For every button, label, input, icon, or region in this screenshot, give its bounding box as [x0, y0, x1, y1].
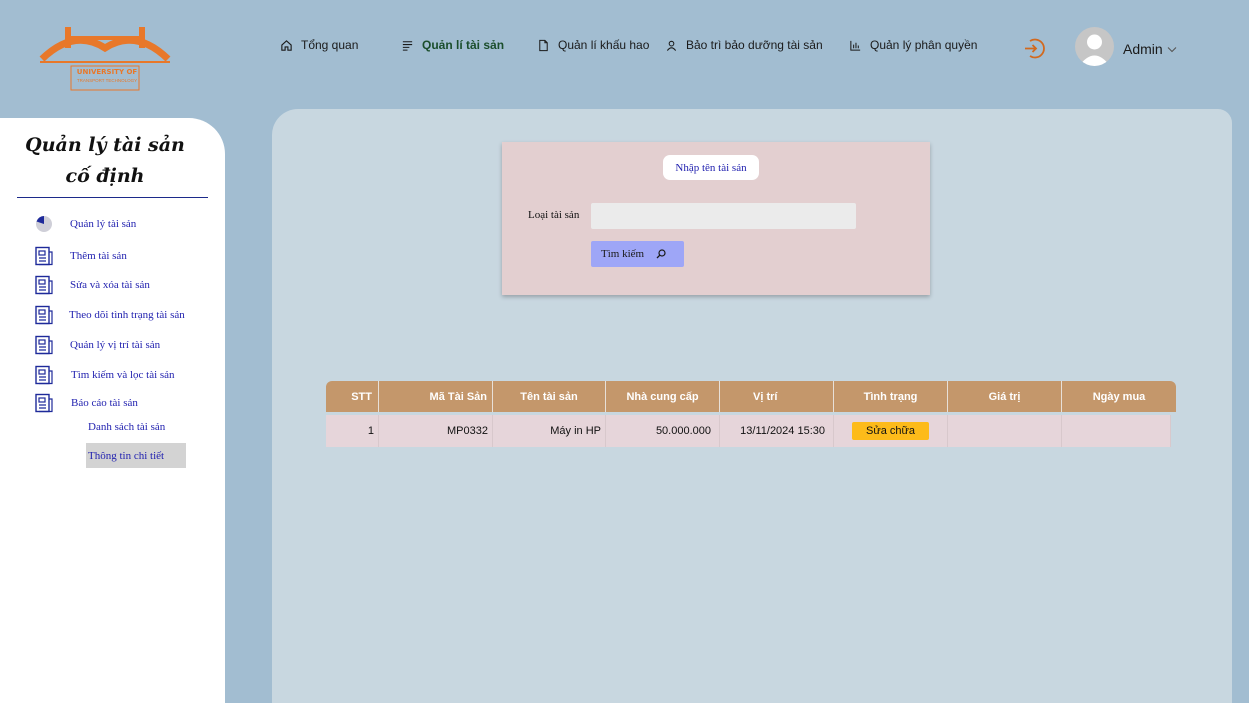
- user-name: Admin: [1123, 41, 1163, 57]
- bar-chart-icon: [850, 40, 861, 51]
- logout-icon[interactable]: [1021, 36, 1046, 61]
- cell-stt: 1: [326, 415, 379, 447]
- asset-type-label: Loại tài sản: [528, 209, 580, 221]
- sidebar-item-label: Sửa và xóa tài sản: [70, 279, 150, 291]
- cell-date: [1062, 415, 1171, 447]
- logo-text: UNIVERSITY OF: [76, 68, 138, 76]
- column-header-location: Vị trí: [720, 381, 834, 412]
- nav-asset-management-label: Quản lí tài sản: [422, 38, 505, 52]
- document-icon: [539, 39, 548, 51]
- sidebar-item-label: Báo cáo tài sản: [71, 397, 138, 409]
- form-icon: [33, 364, 55, 386]
- cell-value: [948, 415, 1062, 447]
- nav-depreciation-label: Quản lí khấu hao: [558, 38, 650, 52]
- column-header-code: Mã Tài Sản: [379, 381, 493, 412]
- sidebar-item-search-filter[interactable]: Tìm kiếm và lọc tài sản: [33, 364, 175, 386]
- asset-name-input[interactable]: Nhập tên tài sản: [663, 155, 759, 180]
- column-header-stt: STT: [326, 381, 379, 412]
- table-header: STT Mã Tài Sản Tên tài sản Nhà cung cấp …: [326, 381, 1176, 412]
- sidebar-subitem-asset-list[interactable]: Danh sách tài sản: [88, 421, 165, 433]
- chevron-down-icon: [1167, 46, 1177, 52]
- sidebar-item-asset-management[interactable]: Quản lý tài sản: [33, 213, 136, 235]
- column-header-status: Tình trạng: [834, 381, 948, 412]
- sidebar-item-label: Theo dõi tình trạng tài sản: [69, 309, 185, 321]
- user-menu[interactable]: Admin: [1123, 41, 1177, 57]
- sidebar-item-location[interactable]: Quản lý vị trí tài sản: [33, 334, 160, 356]
- column-header-date: Ngày mua: [1092, 390, 1146, 403]
- sidebar-item-edit-delete-asset[interactable]: Sửa và xóa tài sản: [33, 274, 150, 296]
- cell-name: Máy in HP: [493, 415, 606, 447]
- home-icon: [281, 39, 292, 51]
- sidebar-item-report[interactable]: Báo cáo tài sản: [33, 392, 138, 414]
- form-icon: [33, 274, 55, 296]
- search-button[interactable]: Tìm kiếm: [591, 241, 684, 267]
- form-icon: [33, 304, 55, 326]
- nav-depreciation[interactable]: Quản lí khấu hao: [537, 38, 649, 52]
- nav-overview[interactable]: Tổng quan: [280, 38, 358, 52]
- cell-status: Sửa chữa: [834, 415, 948, 447]
- search-card: Nhập tên tài sản Loại tài sản Tìm kiếm: [502, 142, 930, 295]
- asset-table: STT Mã Tài Sản Tên tài sản Nhà cung cấp …: [326, 381, 1176, 447]
- sidebar-subitem-details[interactable]: Thông tin chi tiết: [86, 443, 186, 468]
- form-icon: [33, 334, 55, 356]
- user-avatar-icon: [1079, 34, 1110, 66]
- user-icon: [666, 40, 677, 51]
- sidebar-title: Quản lý tài sản cố định: [25, 134, 185, 187]
- sidebar-item-label: Tìm kiếm và lọc tài sản: [71, 369, 175, 381]
- nav-maintenance-label: Bảo trì bảo dưỡng tài sản: [686, 38, 823, 52]
- form-icon: [33, 245, 55, 267]
- sidebar-item-label: Thêm tài sản: [70, 250, 127, 262]
- cell-supplier: 50.000.000: [606, 415, 720, 447]
- sidebar-divider: [17, 197, 208, 198]
- nav-overview-label: Tổng quan: [301, 38, 359, 52]
- sidebar-item-label: Quản lý tài sản: [70, 218, 137, 230]
- list-icon: [402, 40, 413, 51]
- nav-permissions[interactable]: Quản lý phân quyền: [849, 38, 977, 52]
- column-header-name: Tên tài sản: [493, 381, 606, 412]
- column-header-supplier: Nhà cung cấp: [606, 381, 720, 412]
- nav-permissions-label: Quản lý phân quyền: [870, 38, 978, 52]
- sidebar-item-label: Quản lý vị trí tài sản: [70, 339, 161, 351]
- nav-asset-management[interactable]: Quản lí tài sản: [401, 38, 504, 52]
- sidebar-item-track-status[interactable]: Theo dõi tình trạng tài sản: [33, 304, 185, 326]
- status-badge[interactable]: Sửa chữa: [852, 422, 929, 440]
- asset-type-input[interactable]: [591, 203, 856, 229]
- avatar[interactable]: [1075, 27, 1114, 66]
- column-header-value: Giá trị: [948, 381, 1062, 412]
- pie-chart-icon: [33, 213, 55, 235]
- search-icon: [656, 249, 666, 259]
- logo-subtext: TRANSPORT TECHNOLOGY: [76, 78, 138, 83]
- search-button-label: Tìm kiếm: [601, 248, 645, 260]
- form-icon: [33, 392, 55, 414]
- sidebar: Quản lý tài sản cố định Quản lý tài sản …: [0, 118, 225, 703]
- cell-code: MP0332: [379, 415, 493, 447]
- main-panel: Nhập tên tài sản Loại tài sản Tìm kiếm S…: [272, 109, 1232, 703]
- sidebar-item-add-asset[interactable]: Thêm tài sản: [33, 245, 127, 267]
- nav-maintenance[interactable]: Bảo trì bảo dưỡng tài sản: [665, 38, 823, 52]
- table-row[interactable]: 1 MP0332 Máy in HP 50.000.000 13/11/2024…: [326, 415, 1171, 447]
- cell-location: 13/11/2024 15:30: [720, 415, 834, 447]
